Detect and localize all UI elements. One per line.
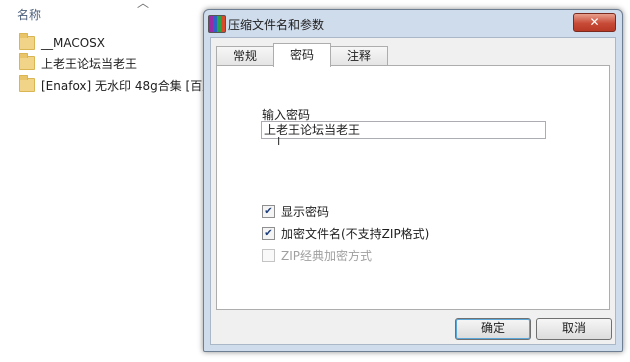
list-item[interactable]: 上老王论坛当老王 [19,53,137,73]
folder-icon [19,53,35,70]
sort-chevron-icon[interactable]: ︿ [137,0,149,11]
password-input[interactable]: 上老王论坛当老王 [261,121,546,139]
tab-comment[interactable]: 注释 [330,46,389,67]
show-password-option[interactable]: ✔ 显示密码 [262,203,329,220]
encrypt-filenames-label: 加密文件名(不支持ZIP格式) [281,227,430,241]
column-header-name[interactable]: 名称 [17,6,41,23]
text-cursor-icon: Ⅰ [277,135,281,148]
close-icon: ✕ [589,15,600,29]
zip-legacy-encryption-option: ZIP经典加密方式 [262,247,372,264]
file-name: __MACOSX [41,36,106,50]
zip-legacy-encryption-checkbox [262,249,275,262]
password-tab-panel: 输入密码 上老王论坛当老王 Ⅰ ✔ 显示密码 ✔ 加密文件名(不支持ZIP格式)… [216,65,610,310]
show-password-checkbox[interactable]: ✔ [262,205,275,218]
archive-settings-dialog: 压缩文件名和参数 ✕ 常规 密码 注释 输入密码 上老王论坛当老王 Ⅰ ✔ 显示… [203,9,623,352]
zip-legacy-encryption-label: ZIP经典加密方式 [281,249,372,263]
encrypt-filenames-checkbox[interactable]: ✔ [262,227,275,240]
dialog-title: 压缩文件名和参数 [228,18,325,32]
dialog-client-area: 常规 密码 注释 输入密码 上老王论坛当老王 Ⅰ ✔ 显示密码 ✔ 加密文件名(… [210,37,616,345]
ok-button[interactable]: 确定 [455,318,531,340]
winrar-app-icon [208,15,226,33]
tab-password[interactable]: 密码 [273,43,332,67]
list-item[interactable]: [Enafox] 无水印 48g合集 [百度 [19,75,214,95]
dialog-titlebar[interactable]: 压缩文件名和参数 ✕ [204,10,622,37]
folder-icon [19,33,35,50]
list-item[interactable]: __MACOSX [19,33,105,53]
file-name: 上老王论坛当老王 [41,56,138,71]
show-password-label: 显示密码 [281,205,330,219]
cancel-button[interactable]: 取消 [536,318,612,340]
tab-bar: 常规 密码 注释 [216,43,389,67]
encrypt-filenames-option[interactable]: ✔ 加密文件名(不支持ZIP格式) [262,225,429,242]
file-name: [Enafox] 无水印 48g合集 [百度 [41,78,215,93]
close-button[interactable]: ✕ [573,13,616,32]
tab-general[interactable]: 常规 [216,46,275,67]
folder-icon [19,75,35,92]
